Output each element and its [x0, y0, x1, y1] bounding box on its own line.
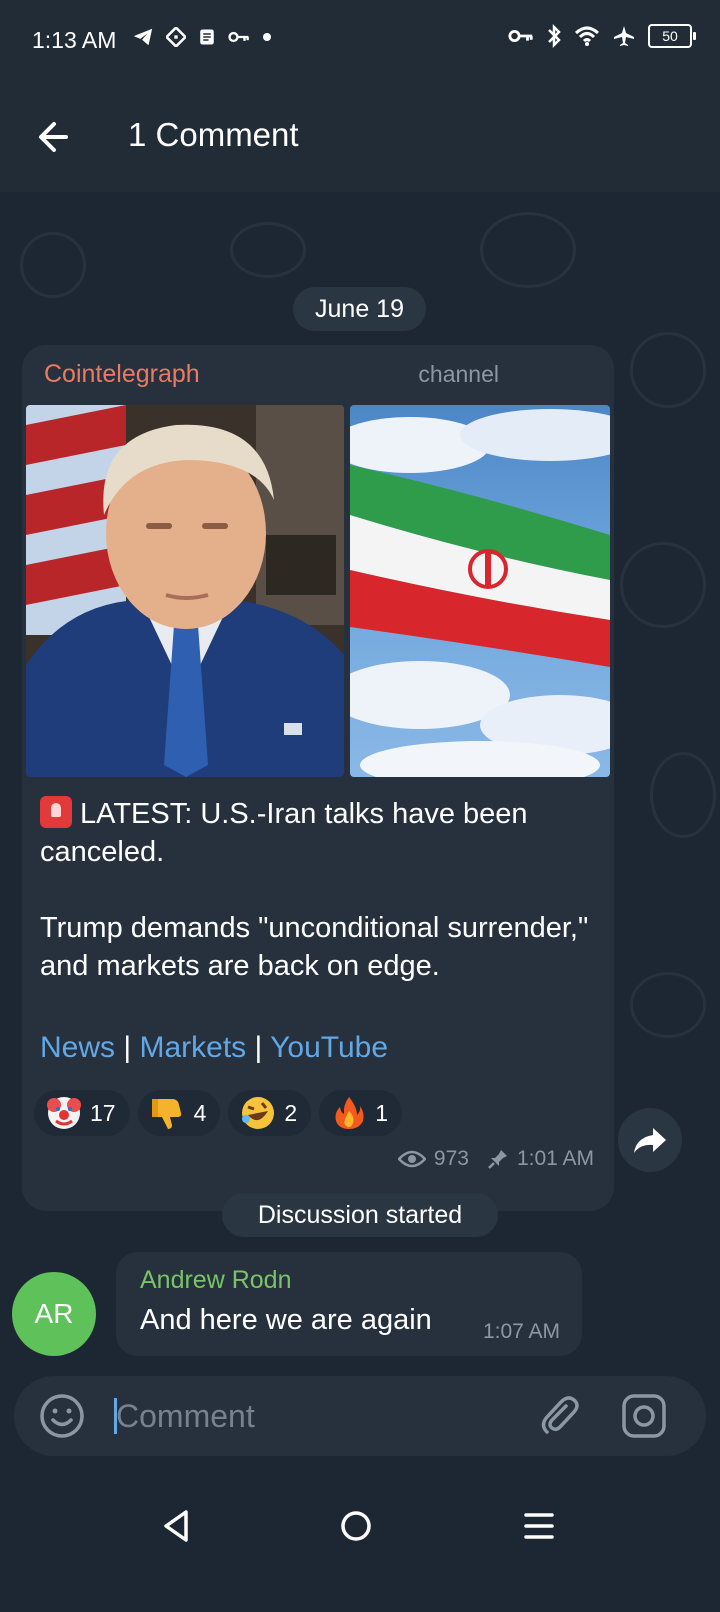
app-icon — [166, 27, 186, 47]
portrait-illustration — [26, 405, 344, 777]
doodle — [630, 972, 706, 1038]
doodle — [620, 542, 706, 628]
camera-icon — [622, 1394, 666, 1438]
comment-text: And here we are again — [140, 1304, 432, 1336]
doodle — [630, 332, 706, 408]
doodle — [20, 232, 86, 298]
dot-icon — [263, 33, 271, 41]
arrow-left-icon — [39, 122, 68, 152]
airplane-icon — [614, 26, 634, 46]
post-time: 1:01 AM — [516, 1147, 594, 1170]
reaction-count: 4 — [193, 1099, 207, 1126]
status-left-icons — [132, 26, 272, 48]
siren-icon — [40, 796, 72, 828]
reaction-thumbs-down[interactable]: 4 — [137, 1090, 221, 1136]
clown-emoji-icon — [47, 1097, 81, 1129]
reaction-count: 2 — [284, 1099, 298, 1126]
link-youtube[interactable]: YouTube — [270, 1031, 388, 1064]
status-right-icons: 50 — [508, 24, 696, 48]
post-photo-flag[interactable] — [350, 405, 610, 777]
eye-icon — [397, 1150, 426, 1168]
telegram-icon — [133, 28, 153, 46]
comment-bubble[interactable]: Andrew Rodn And here we are again 1:07 A… — [116, 1252, 582, 1356]
nav-menu-icon[interactable] — [524, 1510, 554, 1542]
note-icon — [200, 29, 214, 45]
status-bar: 1:13 AM 50 — [0, 0, 720, 80]
system-message: Discussion started — [222, 1193, 498, 1237]
flag-illustration — [350, 409, 610, 777]
emoji-button[interactable] — [38, 1392, 86, 1440]
nav-back-icon[interactable] — [160, 1508, 192, 1544]
smiley-icon — [40, 1394, 84, 1438]
reaction-count: 1 — [375, 1099, 388, 1126]
rofl-emoji-icon — [242, 1097, 275, 1129]
date-separator: June 19 — [293, 287, 426, 331]
channel-name[interactable]: Cointelegraph — [44, 360, 200, 389]
doodle — [650, 752, 716, 838]
post-text-line2: Trump demands "unconditional surrender,"… — [40, 912, 589, 982]
text-caret — [114, 1398, 117, 1434]
camera-button[interactable] — [620, 1392, 668, 1440]
thumbs-down-emoji-icon — [151, 1099, 181, 1129]
comment-time: 1:07 AM — [482, 1320, 560, 1343]
post-meta: 973 1:01 AM — [397, 1147, 594, 1171]
link-separator: | — [254, 1031, 263, 1064]
comment-author[interactable]: Andrew Rodn — [140, 1266, 291, 1295]
channel-tag: channel — [418, 361, 499, 387]
comment-input-bar — [14, 1376, 706, 1456]
paperclip-icon — [541, 1396, 579, 1434]
link-markets[interactable]: Markets — [140, 1031, 247, 1064]
key-icon — [228, 31, 249, 43]
vpn-key-icon — [508, 29, 533, 43]
pin-icon — [488, 1150, 507, 1169]
avatar[interactable]: AR — [12, 1272, 96, 1356]
fire-emoji-icon — [335, 1097, 364, 1129]
bluetooth-icon — [548, 24, 561, 48]
wifi-icon — [574, 26, 600, 46]
reaction-count: 17 — [90, 1099, 116, 1126]
views-count: 973 — [433, 1147, 469, 1170]
reactions-row: 17 4 2 1 — [34, 1090, 402, 1136]
reaction-clown[interactable]: 17 — [34, 1090, 130, 1136]
reaction-fire[interactable]: 1 — [319, 1090, 402, 1136]
channel-post[interactable]: Cointelegraph channel LATEST: U.S.-Iran … — [22, 345, 614, 1211]
attach-button[interactable] — [536, 1392, 584, 1440]
post-text-line1: LATEST: U.S.-Iran talks have been cancel… — [40, 798, 528, 868]
post-links: News | Markets | YouTube — [40, 1031, 388, 1065]
system-nav-bar — [0, 1456, 720, 1612]
doodle — [230, 222, 306, 278]
post-text: LATEST: U.S.-Iran talks have been cancel… — [40, 795, 600, 985]
link-separator: | — [123, 1031, 132, 1064]
post-photo-portrait[interactable] — [26, 405, 344, 777]
page-title: 1 Comment — [128, 116, 299, 153]
share-arrow-icon — [634, 1128, 666, 1153]
doodle — [480, 212, 576, 288]
back-button[interactable] — [30, 112, 80, 162]
battery-icon: 50 — [648, 24, 696, 48]
comment-input[interactable] — [114, 1390, 518, 1442]
header-bar: 1 Comment — [0, 80, 720, 192]
status-time: 1:13 AM — [32, 27, 117, 53]
share-button[interactable] — [618, 1108, 682, 1172]
nav-home-icon[interactable] — [339, 1509, 373, 1543]
link-news[interactable]: News — [40, 1031, 115, 1064]
reaction-rofl[interactable]: 2 — [228, 1090, 312, 1136]
